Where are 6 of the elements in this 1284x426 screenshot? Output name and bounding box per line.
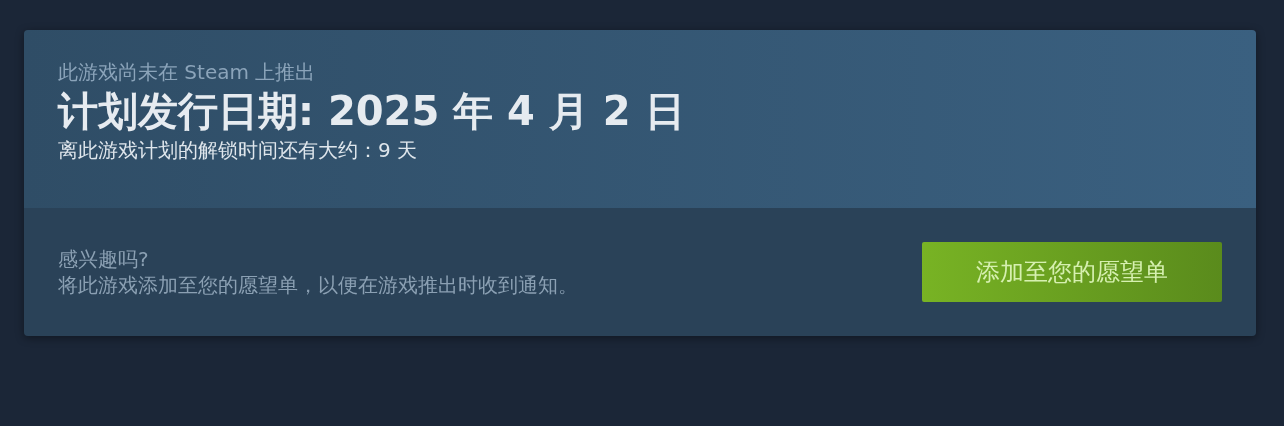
countdown-text: 离此游戏计划的解锁时间还有大约：9 天 xyxy=(58,137,419,164)
release-date-title: 计划发行日期: 2025 年 4 月 2 日 xyxy=(58,87,686,136)
question-text: 感兴趣吗? xyxy=(58,246,150,272)
add-to-wishlist-button[interactable]: 添加至您的愿望单 xyxy=(922,242,1222,302)
notice-text: 此游戏尚未在 Steam 上推出 xyxy=(58,59,317,86)
description-text: 将此游戏添加至您的愿望单，以便在游戏推出时收到通知。 xyxy=(58,272,578,298)
